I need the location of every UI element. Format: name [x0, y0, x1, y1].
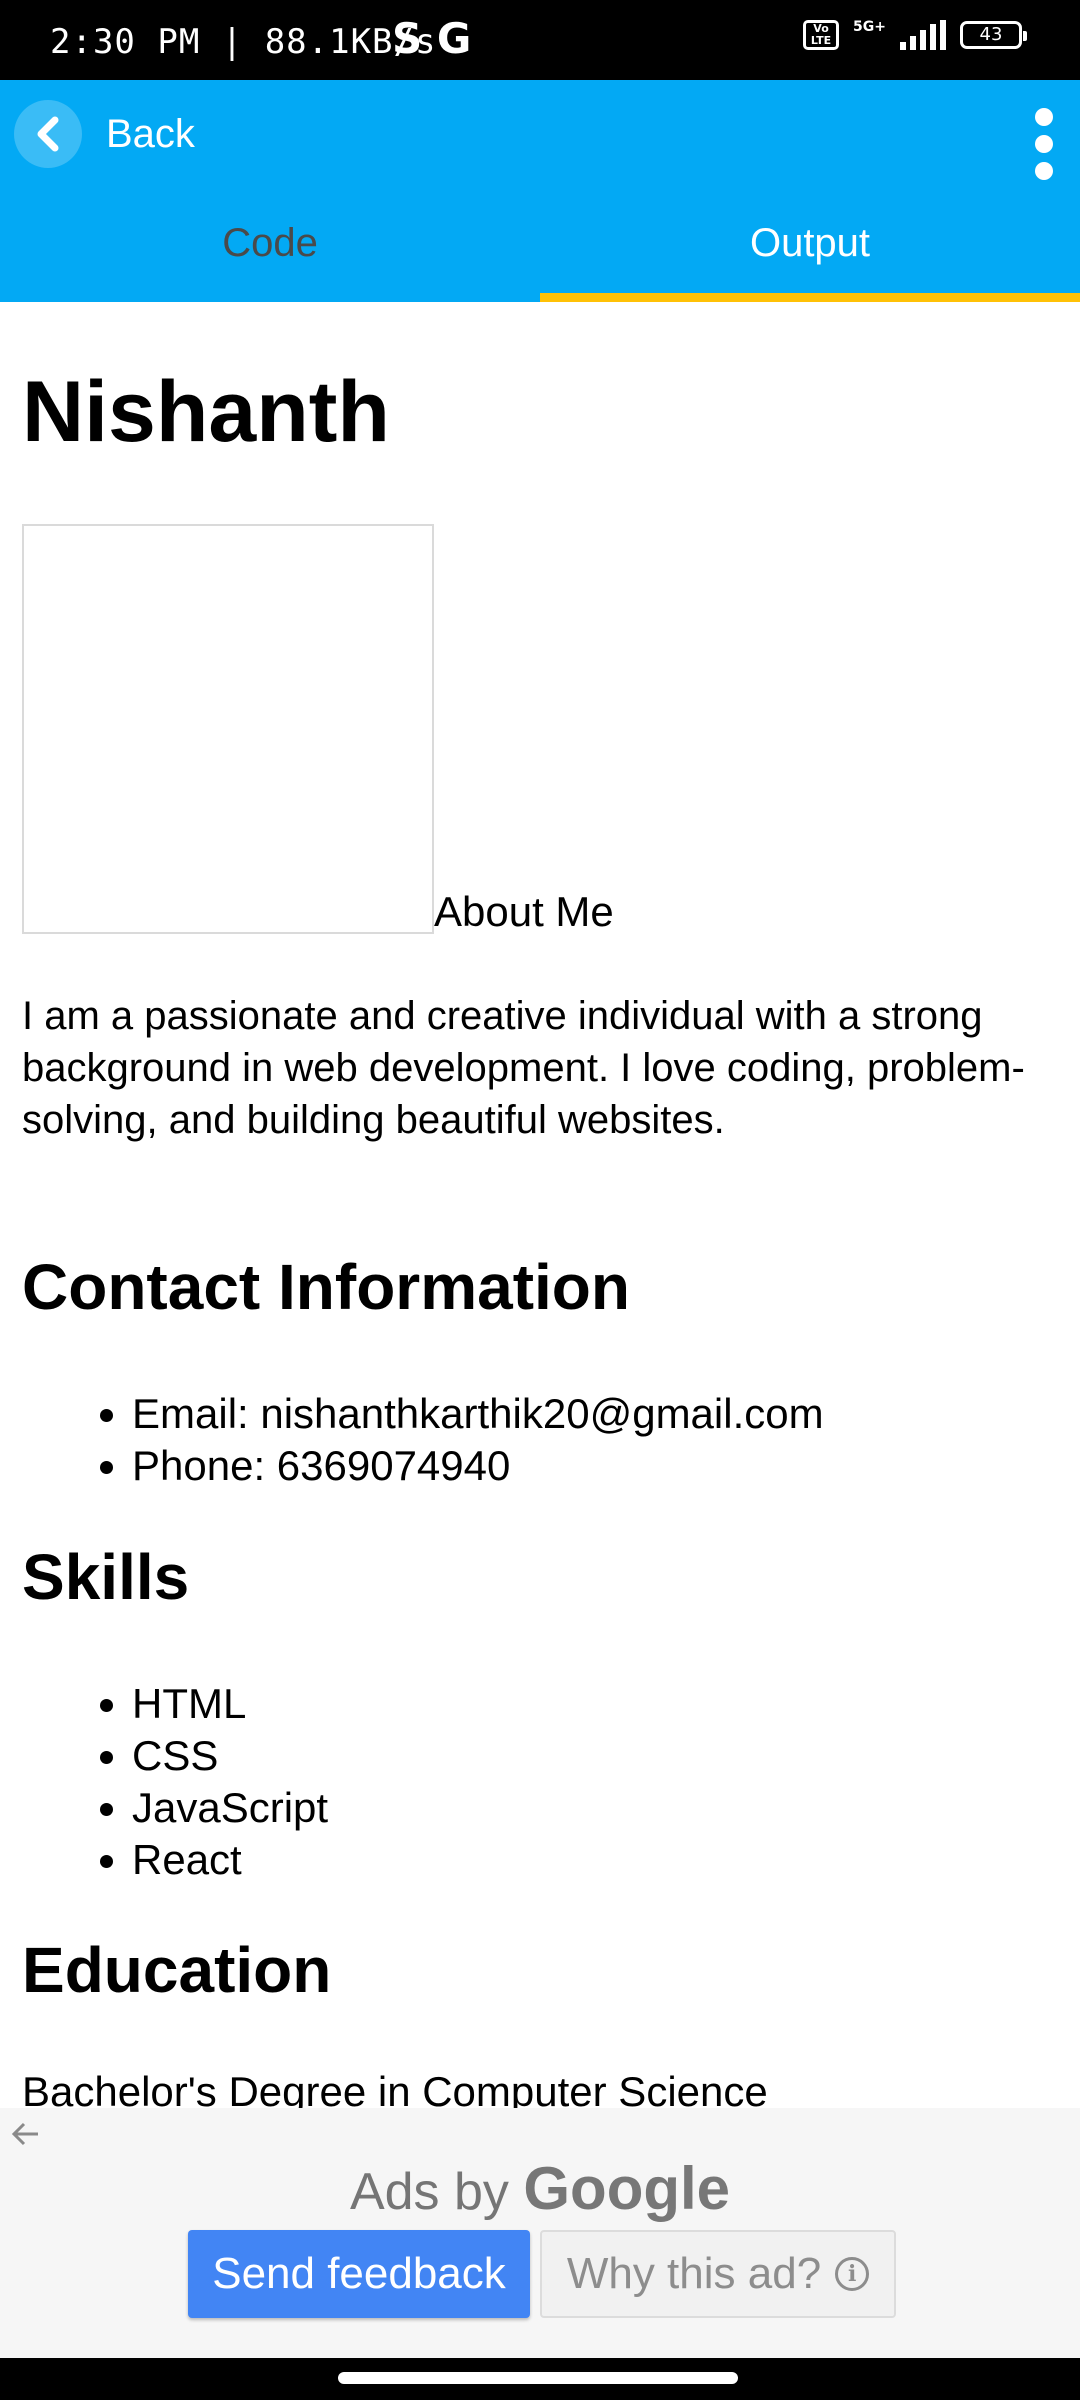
ad-buttons: Send feedback Why this ad? i: [188, 2230, 896, 2318]
home-handle[interactable]: [338, 2372, 738, 2384]
battery-icon: 43: [960, 21, 1027, 49]
signal-icon: [900, 20, 946, 50]
skills-list: HTML CSS JavaScript React: [22, 1678, 328, 1886]
skill-item: React: [132, 1834, 328, 1886]
contact-email: Email: nishanthkarthik20@gmail.com: [132, 1388, 824, 1440]
about-heading: About Me: [434, 888, 614, 935]
contact-phone: Phone: 6369074940: [132, 1440, 824, 1492]
info-icon: i: [835, 2257, 870, 2291]
skill-item: JavaScript: [132, 1782, 328, 1834]
page-title: Nishanth: [22, 364, 390, 460]
skill-item: HTML: [132, 1678, 328, 1730]
skills-heading: Skills: [22, 1541, 190, 1613]
gesture-nav-bar: [0, 2358, 1080, 2400]
network-type-label: 5G+: [853, 19, 886, 35]
back-button[interactable]: Back: [14, 100, 195, 168]
ads-by-google: Ads by Google: [0, 2154, 1080, 2223]
profile-row: About Me: [22, 524, 614, 934]
skill-item: CSS: [132, 1730, 328, 1782]
contact-heading: Contact Information: [22, 1251, 630, 1323]
volte-icon: Vo LTE: [803, 20, 840, 50]
google-logo: Google: [523, 2155, 731, 2222]
ads-by-label: Ads by: [349, 2163, 509, 2221]
why-this-ad-label: Why this ad?: [566, 2249, 822, 2298]
tab-code[interactable]: Code: [0, 190, 540, 302]
tab-bar: Code Output: [0, 190, 1080, 302]
education-heading: Education: [22, 1934, 332, 2006]
contact-list: Email: nishanthkarthik20@gmail.com Phone…: [22, 1388, 824, 1492]
status-bar: 2:30 PM | 88.1KB/s S G Vo LTE 5G+ 43: [0, 0, 1080, 80]
tab-output[interactable]: Output: [540, 190, 1080, 302]
send-feedback-button[interactable]: Send feedback: [188, 2230, 530, 2318]
why-this-ad-button[interactable]: Why this ad? i: [540, 2230, 896, 2318]
app-bar: Back Code Output: [0, 80, 1080, 302]
about-text: I am a passionate and creative individua…: [22, 994, 1025, 1142]
status-time: 2:30 PM | 88.1KB/s: [50, 22, 437, 62]
status-indicators: Vo LTE 5G+ 43: [803, 19, 1027, 50]
ad-banner: Ads by Google Send feedback Why this ad?…: [0, 2108, 1080, 2358]
more-options-icon[interactable]: [1024, 108, 1064, 180]
status-app-icons: S G: [392, 14, 472, 63]
ad-back-arrow-icon[interactable]: [10, 2118, 42, 2157]
back-label: Back: [106, 111, 195, 156]
profile-image: [22, 524, 434, 934]
education-degree: Bachelor's Degree in Computer Science: [22, 2068, 768, 2108]
chevron-left-icon: [14, 100, 82, 168]
output-view[interactable]: Nishanth About Me I am a passionate and …: [22, 302, 1062, 2108]
